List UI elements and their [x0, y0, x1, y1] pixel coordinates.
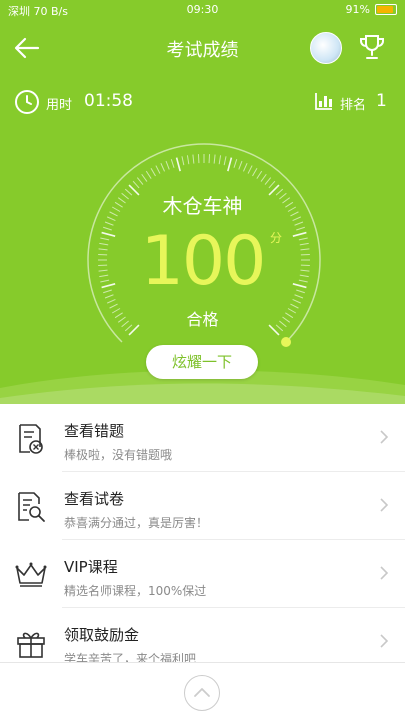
- gauge-tick: [234, 159, 237, 168]
- bottom-bar: [0, 662, 405, 721]
- crown-icon: [14, 558, 48, 592]
- wrong-questions-icon: [14, 422, 48, 456]
- gauge-tick: [257, 171, 262, 179]
- rank-label: 排名: [340, 94, 366, 113]
- gauge-tick: [248, 166, 252, 174]
- gauge-tick: [243, 163, 247, 171]
- gauge-tick: [193, 155, 194, 164]
- gauge-tick: [224, 156, 226, 165]
- status-time: 09:30: [0, 3, 405, 16]
- gauge-tick: [166, 161, 169, 169]
- pass-status: 合格: [0, 306, 405, 330]
- menu-item-vip-course[interactable]: VIP课程 精选名师课程，100%保过: [0, 540, 405, 608]
- menu-item-title: 查看试卷: [64, 488, 124, 509]
- gauge-tick: [219, 155, 220, 164]
- chevron-right-icon: [379, 565, 389, 586]
- view-paper-icon: [14, 490, 48, 524]
- menu-list: 查看错题 棒极啦，没有错题哦 查看试卷 恭喜满分通过，真是厉害！ VIP课程 精…: [0, 404, 405, 662]
- chevron-right-icon: [379, 429, 389, 450]
- score-unit: 分: [270, 229, 282, 246]
- gauge-tick: [261, 174, 266, 181]
- gauge-tick: [177, 158, 181, 172]
- gauge-tick: [239, 161, 242, 169]
- menu-item-title: 查看错题: [64, 420, 124, 441]
- menu-item-subtitle: 学车辛苦了，来个福利吧: [64, 650, 196, 662]
- bar-chart-icon: [314, 91, 334, 111]
- gauge-tick: [253, 168, 258, 176]
- gauge-tick: [214, 155, 215, 164]
- time-value: 01:58: [84, 91, 133, 111]
- avatar[interactable]: [310, 32, 342, 64]
- gauge-tick: [228, 158, 232, 172]
- menu-item-subtitle: 精选名师课程，100%保过: [64, 582, 206, 599]
- gauge-tick: [151, 168, 156, 176]
- status-bar: 深圳 70 B/s 09:30 91%: [0, 0, 405, 20]
- gauge-tick: [171, 159, 174, 168]
- gauge-tick: [137, 178, 143, 185]
- menu-item-wrong-questions[interactable]: 查看错题 棒极啦，没有错题哦: [0, 404, 405, 472]
- menu-item-view-paper[interactable]: 查看试卷 恭喜满分通过，真是厉害！: [0, 472, 405, 540]
- nav-bar: 考试成绩: [0, 28, 405, 68]
- share-button[interactable]: 炫耀一下: [146, 345, 258, 379]
- gauge-tick: [269, 181, 275, 188]
- menu-item-title: 领取鼓励金: [64, 624, 139, 645]
- battery-icon: [375, 4, 397, 15]
- chevron-right-icon: [379, 497, 389, 518]
- battery-percent: 91%: [346, 3, 370, 16]
- gauge-tick: [146, 171, 151, 179]
- gauge-tick: [133, 181, 139, 188]
- menu-item-reward[interactable]: 领取鼓励金 学车辛苦了，来个福利吧: [0, 608, 405, 662]
- score-value: 100: [0, 222, 405, 302]
- gauge-marker: [281, 337, 291, 347]
- trophy-icon[interactable]: [357, 32, 387, 62]
- time-label: 用时: [46, 94, 72, 113]
- exam-summary: 用时 01:58 排名 1: [0, 88, 405, 116]
- menu-item-title: VIP课程: [64, 556, 118, 577]
- gauge-tick: [265, 178, 271, 185]
- menu-item-subtitle: 棒极啦，没有错题哦: [64, 446, 172, 463]
- gift-icon: [14, 626, 48, 660]
- chevron-right-icon: [379, 633, 389, 654]
- clock-icon: [14, 89, 40, 115]
- gauge-tick: [142, 174, 147, 181]
- menu-item-subtitle: 恭喜满分通过，真是厉害！: [64, 514, 208, 531]
- gauge-tick: [187, 155, 188, 164]
- gauge-tick: [156, 166, 160, 174]
- chevron-up-icon[interactable]: [184, 675, 220, 711]
- user-name: 木仓车神: [0, 190, 405, 219]
- page-title: 考试成绩: [0, 36, 405, 62]
- gauge-tick: [161, 163, 165, 171]
- battery-status: 91%: [346, 3, 397, 16]
- gauge-tick: [182, 156, 184, 165]
- rank-value: 1: [376, 91, 387, 111]
